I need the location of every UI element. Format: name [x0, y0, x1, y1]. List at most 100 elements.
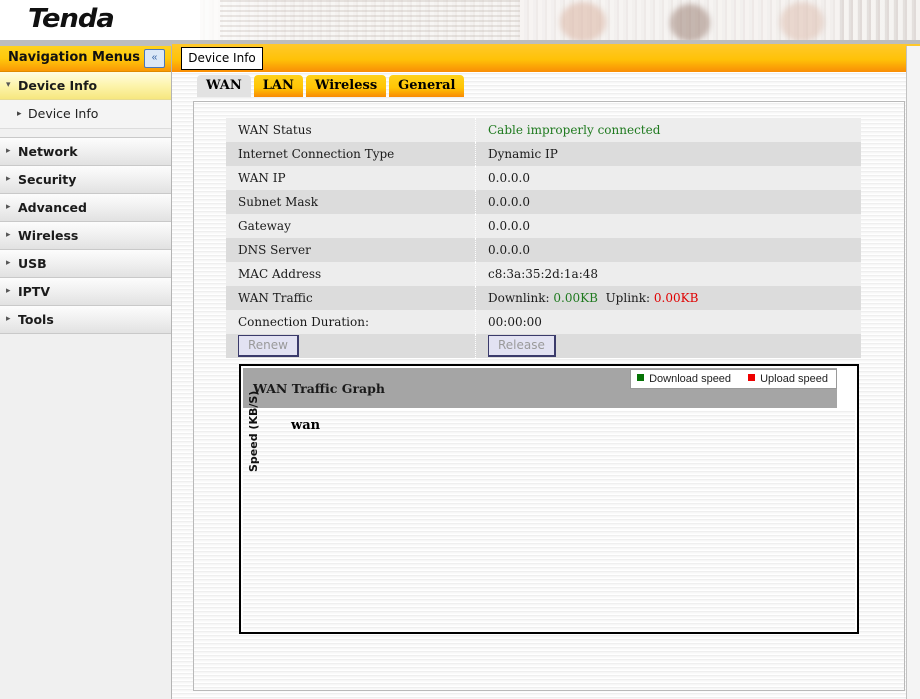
renew-button[interactable]: Renew: [238, 335, 299, 357]
sidebar-group-label: Wireless: [18, 228, 79, 243]
chevron-right-icon: ▸: [17, 109, 22, 119]
downlink-label: Downlink:: [488, 291, 550, 305]
renew-cell: Renew: [226, 334, 476, 358]
downlink-value: 0.00KB: [553, 291, 598, 305]
content-inner: WAN LAN Wireless General WAN Status Cabl…: [173, 72, 920, 699]
banner-person-1: [560, 2, 606, 40]
tab-lan[interactable]: LAN: [253, 75, 303, 97]
wan-status-value: Cable improperly connected: [475, 118, 861, 142]
plot-title: wan: [291, 418, 321, 433]
table-row: Subnet Mask 0.0.0.0: [226, 190, 861, 214]
row-label: Gateway: [226, 214, 476, 238]
banner-photo: [200, 0, 920, 40]
sidebar-group-label: IPTV: [18, 284, 51, 299]
sidebar-group-security[interactable]: ▸ Security: [0, 166, 171, 194]
table-row: WAN Traffic Downlink: 0.00KB Uplink: 0.0…: [226, 286, 861, 310]
row-label: Subnet Mask: [226, 190, 476, 214]
mac-address-value: c8:3a:35:2d:1a:48: [475, 262, 861, 286]
release-cell: Release: [475, 334, 861, 358]
sidebar-group-label: Tools: [18, 312, 54, 327]
collapse-sidebar-icon[interactable]: «: [144, 49, 165, 68]
sidebar-group-usb[interactable]: ▸ USB: [0, 250, 171, 278]
wan-ip-value: 0.0.0.0: [475, 166, 861, 190]
row-label: Internet Connection Type: [226, 142, 476, 166]
sidebar-group-device-info[interactable]: ▾ Device Info: [0, 72, 171, 100]
connection-duration-value: 00:00:00: [475, 310, 861, 334]
table-row: Gateway 0.0.0.0: [226, 214, 861, 238]
sidebar-group-wireless[interactable]: ▸ Wireless: [0, 222, 171, 250]
graph-title: WAN Traffic Graph: [253, 381, 385, 396]
sidebar-group-label: Security: [18, 172, 77, 187]
y-axis-label: Speed (KB/S): [247, 390, 260, 472]
sidebar-group-tools[interactable]: ▸ Tools: [0, 306, 171, 334]
chevron-down-icon: ▾: [6, 80, 11, 90]
wan-traffic-graph-box: WAN Traffic Graph Download speed Upload …: [239, 364, 859, 634]
tenda-logo: Tenda: [27, 4, 115, 34]
table-row: WAN IP 0.0.0.0: [226, 166, 861, 190]
window-tab-bar: [172, 44, 920, 72]
legend-label-download: Download speed: [649, 373, 732, 385]
banner-person-2: [670, 4, 710, 40]
sidebar-header: Navigation Menus «: [0, 46, 171, 72]
release-button[interactable]: Release: [488, 335, 556, 357]
table-row: WAN Status Cable improperly connected: [226, 118, 861, 142]
legend-swatch-download-icon: [637, 374, 645, 381]
sidebar-group-advanced[interactable]: ▸ Advanced: [0, 194, 171, 222]
banner-server-rack-right: [840, 0, 920, 40]
table-row: Connection Duration: 00:00:00: [226, 310, 861, 334]
uplink-value: 0.00KB: [653, 291, 699, 305]
row-label: Connection Duration:: [226, 310, 476, 334]
header-banner: Tenda: [0, 0, 920, 40]
sidebar-group-label: Device Info: [18, 78, 98, 93]
banner-person-3: [780, 2, 824, 40]
subnet-mask-value: 0.0.0.0: [475, 190, 861, 214]
sidebar-group-label: USB: [18, 256, 47, 271]
right-margin: [906, 46, 920, 699]
dns-server-value: 0.0.0.0: [475, 238, 861, 262]
legend-item-download: Download speed: [637, 373, 731, 385]
graph-legend: Download speed Upload speed: [630, 369, 837, 389]
sidebar-group-label: Advanced: [18, 200, 87, 215]
row-label: MAC Address: [226, 262, 476, 286]
sub-tab-bar: WAN LAN Wireless General: [197, 75, 467, 98]
tab-general[interactable]: General: [389, 75, 465, 97]
row-label: DNS Server: [226, 238, 476, 262]
tab-wireless[interactable]: Wireless: [305, 75, 387, 97]
wan-traffic-value: Downlink: 0.00KB Uplink: 0.00KB: [475, 286, 861, 310]
table-row: DNS Server 0.0.0.0: [226, 238, 861, 262]
page-root: Tenda Device Info Navigation Menus « ▾ D…: [0, 0, 920, 699]
legend-label-upload: Upload speed: [760, 373, 828, 385]
chevron-right-icon: ▸: [6, 286, 11, 296]
chevron-right-icon: ▸: [6, 230, 11, 240]
legend-swatch-upload-icon: [748, 374, 756, 381]
table-row-actions: Renew Release: [226, 334, 861, 358]
table-row: Internet Connection Type Dynamic IP: [226, 142, 861, 166]
sidebar-item-label: Device Info: [28, 106, 99, 121]
sidebar-spacer: [0, 129, 171, 138]
sidebar-item-device-info[interactable]: ▸ Device Info: [0, 100, 171, 129]
sidebar-group-iptv[interactable]: ▸ IPTV: [0, 278, 171, 306]
main-content: WAN LAN Wireless General WAN Status Cabl…: [173, 72, 920, 699]
graph-header-bar: WAN Traffic Graph Download speed Upload …: [243, 368, 837, 408]
chevron-right-icon: ▸: [6, 202, 11, 212]
sidebar-title: Navigation Menus: [8, 50, 141, 65]
connection-type-value: Dynamic IP: [475, 142, 861, 166]
wan-info-table: WAN Status Cable improperly connected In…: [226, 118, 861, 358]
gateway-value: 0.0.0.0: [475, 214, 861, 238]
sidebar-group-network[interactable]: ▸ Network: [0, 138, 171, 166]
table-row: MAC Address c8:3a:35:2d:1a:48: [226, 262, 861, 286]
chevron-right-icon: ▸: [6, 314, 11, 324]
uplink-label: Uplink:: [605, 291, 651, 305]
graph-plot-area: wan Speed (KB/S): [243, 391, 855, 630]
chevron-right-icon: ▸: [6, 258, 11, 268]
row-label: WAN Traffic: [226, 286, 476, 310]
chevron-right-icon: ▸: [6, 146, 11, 156]
tab-wan[interactable]: WAN: [197, 75, 251, 97]
window-tab-device-info[interactable]: Device Info: [181, 47, 263, 70]
sidebar-group-label: Network: [18, 144, 78, 159]
row-label: WAN IP: [226, 166, 476, 190]
row-label: WAN Status: [226, 118, 476, 142]
chevron-right-icon: ▸: [6, 174, 11, 184]
sidebar: Navigation Menus « ▾ Device Info ▸ Devic…: [0, 46, 172, 699]
banner-server-rack-left: [220, 0, 520, 40]
